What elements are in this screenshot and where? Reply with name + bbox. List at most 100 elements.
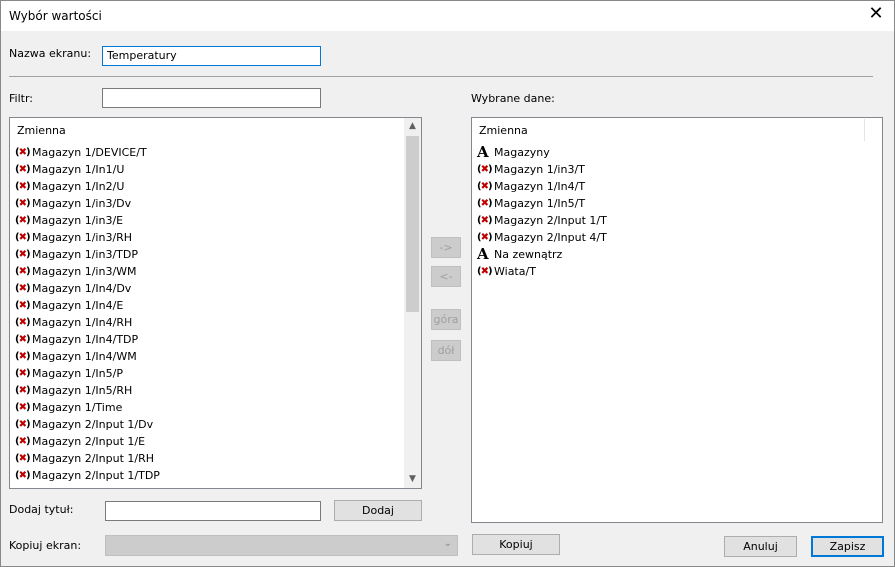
add-button[interactable]: Dodaj — [334, 500, 422, 521]
variable-icon: (✖) — [15, 249, 31, 260]
list-item-label: Magazyn 1/in3/WM — [32, 265, 137, 278]
selected-list[interactable]: Zmienna A Magazyny (✖) Magazyn 1/in3/T (✖) Ma… — [471, 117, 883, 523]
list-item-label: Magazyn 1/In4/RH — [32, 316, 133, 329]
list-item[interactable]: (✖) Magazyn 1/DEVICE/T — [15, 144, 147, 161]
variable-icon: (✖) — [15, 402, 31, 413]
variable-list[interactable]: Zmienna (✖) Magazyn 1/DEVICE/T (✖) Magazyn … — [9, 117, 422, 489]
list-item[interactable]: (✖) Magazyn 1/in3/Dv — [15, 195, 131, 212]
list-item[interactable]: (✖) Magazyn 1/In5/T — [477, 195, 585, 212]
list-item[interactable]: (✖) Magazyn 1/In4/E — [15, 297, 123, 314]
copy-screen-select[interactable]: ⌄ — [105, 535, 458, 556]
list-item-label: Magazyn 1/DEVICE/T — [32, 146, 147, 159]
list-item-label: Magazyn 1/in3/TDP — [32, 248, 138, 261]
variable-icon: (✖) — [477, 232, 493, 243]
list-item[interactable]: (✖) Magazyn 2/Input 1/T — [477, 212, 607, 229]
filter-label: Filtr: — [9, 92, 33, 105]
variable-icon: (✖) — [477, 215, 493, 226]
list-item-label: Magazyn 1/In5/RH — [32, 384, 133, 397]
variable-icon: (✖) — [15, 283, 31, 294]
variable-icon: (✖) — [15, 147, 31, 158]
list-item[interactable]: A Magazyny — [477, 144, 550, 161]
title-icon: A — [477, 245, 489, 263]
list-item-label: Magazyn 1/In2/U — [32, 180, 125, 193]
list-item[interactable]: (✖) Magazyn 1/in3/T — [477, 161, 585, 178]
vertical-scrollbar[interactable]: ▲ ▼ — [404, 118, 421, 488]
variable-icon: (✖) — [15, 368, 31, 379]
list-item-label: Na zewnątrz — [494, 248, 563, 261]
list-item[interactable]: (✖) Magazyn 1/In5/P — [15, 365, 123, 382]
list-item-label: Wiata/T — [494, 265, 536, 278]
list-item-label: Magazyn 1/In4/E — [32, 299, 124, 312]
list-item[interactable]: (✖) Magazyn 2/Input 1/E — [15, 433, 145, 450]
variable-icon: (✖) — [15, 181, 31, 192]
list-item[interactable]: (✖) Magazyn 2/Input 4/T — [477, 229, 607, 246]
move-up-button[interactable]: góra — [431, 309, 461, 330]
list-item[interactable]: (✖) Magazyn 1/In2/U — [15, 178, 124, 195]
title-bar: Wybór wartości ✕ — [0, 0, 895, 31]
cancel-button[interactable]: Anuluj — [724, 536, 797, 557]
add-title-input[interactable] — [105, 501, 321, 521]
variable-icon: (✖) — [15, 351, 31, 362]
list-item-label: Magazyn 1/In4/WM — [32, 350, 137, 363]
screen-name-label: Nazwa ekranu: — [9, 47, 92, 60]
screen-name-input[interactable]: Temperatury — [102, 46, 321, 66]
variable-icon: (✖) — [15, 334, 31, 345]
list-item[interactable]: (✖) Magazyn 1/in3/RH — [15, 229, 132, 246]
move-left-button[interactable]: <- — [431, 266, 461, 287]
list-item[interactable]: (✖) Magazyn 1/In4/Dv — [15, 280, 131, 297]
list-item[interactable]: (✖) Magazyn 1/In4/WM — [15, 348, 137, 365]
list-item[interactable]: (✖) Magazyn 2/Input 1/Dv — [15, 416, 153, 433]
variable-icon: (✖) — [15, 419, 31, 430]
list-item[interactable]: (✖) Magazyn 2/Input 1/RH — [15, 450, 154, 467]
move-down-button[interactable]: dół — [431, 340, 461, 361]
title-icon: A — [477, 143, 489, 161]
list-item-label: Magazyn 2/Input 1/TDP — [32, 469, 160, 482]
list-item[interactable]: (✖) Magazyn 1/In1/U — [15, 161, 124, 178]
list-item[interactable]: (✖) Magazyn 1/In4/RH — [15, 314, 132, 331]
variable-icon: (✖) — [15, 300, 31, 311]
selected-data-label: Wybrane dane: — [471, 92, 555, 105]
copy-screen-label: Kopiuj ekran: — [9, 539, 82, 552]
chevron-up-icon[interactable]: ▲ — [404, 118, 421, 135]
scrollbar-thumb[interactable] — [406, 136, 419, 312]
list-item[interactable]: (✖) Magazyn 2/Input 1/TDP — [15, 467, 160, 484]
variable-icon: (✖) — [15, 164, 31, 175]
chevron-down-icon: ⌄ — [443, 538, 452, 549]
variable-icon: (✖) — [15, 453, 31, 464]
copy-button[interactable]: Kopiuj — [472, 534, 560, 555]
variable-icon: (✖) — [477, 266, 493, 277]
list-item[interactable]: (✖) Magazyn 1/in3/TDP — [15, 246, 138, 263]
variable-icon: (✖) — [15, 198, 31, 209]
list-item-label: Magazyn 2/Input 1/RH — [32, 452, 155, 465]
variable-icon: (✖) — [15, 470, 31, 481]
save-button[interactable]: Zapisz — [811, 536, 884, 557]
move-right-button[interactable]: -> — [431, 237, 461, 258]
list-item-label: Magazyn 2/Input 4/T — [494, 231, 607, 244]
close-icon[interactable]: ✕ — [867, 5, 885, 23]
list-item[interactable]: (✖) Magazyn 1/in3/WM — [15, 263, 137, 280]
list-item-label: Magazyn 1/In4/T — [494, 180, 586, 193]
list-item[interactable]: (✖) Magazyn 1/In4/T — [477, 178, 585, 195]
list-item[interactable]: (✖) Magazyn 1/In5/RH — [15, 382, 132, 399]
variable-icon: (✖) — [15, 266, 31, 277]
add-title-label: Dodaj tytuł: — [9, 503, 74, 516]
list-item-label: Magazyn 1/in3/E — [32, 214, 124, 227]
filter-input[interactable] — [102, 88, 321, 108]
list-item[interactable]: (✖) Wiata/T — [477, 263, 536, 280]
column-divider — [864, 119, 865, 141]
list-item[interactable]: (✖) Magazyn 1/In4/TDP — [15, 331, 138, 348]
chevron-down-icon[interactable]: ▼ — [404, 471, 421, 488]
variable-icon: (✖) — [15, 385, 31, 396]
variable-icon: (✖) — [15, 215, 31, 226]
list-item-label: Magazyn 1/in3/RH — [32, 231, 133, 244]
list-item[interactable]: A Na zewnątrz — [477, 246, 562, 263]
list-item[interactable]: (✖) Magazyn 1/Time — [15, 399, 122, 416]
variable-icon: (✖) — [477, 198, 493, 209]
variable-icon: (✖) — [477, 164, 493, 175]
variable-icon: (✖) — [477, 181, 493, 192]
list-item[interactable]: (✖) Magazyn 1/in3/E — [15, 212, 123, 229]
list-item-label: Magazyn 1/In1/U — [32, 163, 125, 176]
list-item-label: Magazyn 1/In5/P — [32, 367, 123, 380]
variable-icon: (✖) — [15, 232, 31, 243]
list-item-label: Magazyn 2/Input 1/E — [32, 435, 146, 448]
